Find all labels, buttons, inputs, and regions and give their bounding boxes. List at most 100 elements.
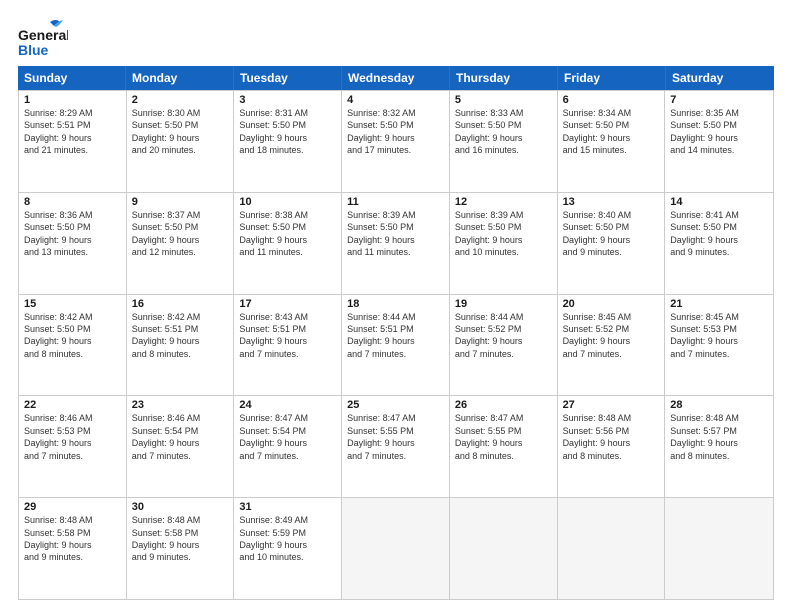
calendar: SundayMondayTuesdayWednesdayThursdayFrid… xyxy=(18,66,774,600)
calendar-day-24: 24Sunrise: 8:47 AM Sunset: 5:54 PM Dayli… xyxy=(234,396,342,497)
calendar-day-31: 31Sunrise: 8:49 AM Sunset: 5:59 PM Dayli… xyxy=(234,498,342,599)
calendar-empty-cell xyxy=(450,498,558,599)
day-number: 3 xyxy=(239,94,336,106)
day-number: 18 xyxy=(347,298,444,310)
day-number: 29 xyxy=(24,501,121,513)
calendar-day-27: 27Sunrise: 8:48 AM Sunset: 5:56 PM Dayli… xyxy=(558,396,666,497)
day-info: Sunrise: 8:37 AM Sunset: 5:50 PM Dayligh… xyxy=(132,209,229,259)
day-info: Sunrise: 8:34 AM Sunset: 5:50 PM Dayligh… xyxy=(563,107,660,157)
day-number: 23 xyxy=(132,399,229,411)
calendar-day-1: 1Sunrise: 8:29 AM Sunset: 5:51 PM Daylig… xyxy=(19,91,127,192)
svg-text:Blue: Blue xyxy=(18,42,49,58)
calendar-day-28: 28Sunrise: 8:48 AM Sunset: 5:57 PM Dayli… xyxy=(665,396,773,497)
day-number: 5 xyxy=(455,94,552,106)
day-info: Sunrise: 8:35 AM Sunset: 5:50 PM Dayligh… xyxy=(670,107,768,157)
calendar-day-16: 16Sunrise: 8:42 AM Sunset: 5:51 PM Dayli… xyxy=(127,295,235,396)
calendar-day-4: 4Sunrise: 8:32 AM Sunset: 5:50 PM Daylig… xyxy=(342,91,450,192)
day-number: 2 xyxy=(132,94,229,106)
day-info: Sunrise: 8:38 AM Sunset: 5:50 PM Dayligh… xyxy=(239,209,336,259)
calendar-day-18: 18Sunrise: 8:44 AM Sunset: 5:51 PM Dayli… xyxy=(342,295,450,396)
day-info: Sunrise: 8:49 AM Sunset: 5:59 PM Dayligh… xyxy=(239,514,336,564)
day-number: 10 xyxy=(239,196,336,208)
day-info: Sunrise: 8:42 AM Sunset: 5:50 PM Dayligh… xyxy=(24,311,121,361)
calendar-week-3: 15Sunrise: 8:42 AM Sunset: 5:50 PM Dayli… xyxy=(19,295,773,397)
day-info: Sunrise: 8:30 AM Sunset: 5:50 PM Dayligh… xyxy=(132,107,229,157)
day-number: 14 xyxy=(670,196,768,208)
calendar-day-21: 21Sunrise: 8:45 AM Sunset: 5:53 PM Dayli… xyxy=(665,295,773,396)
calendar-day-30: 30Sunrise: 8:48 AM Sunset: 5:58 PM Dayli… xyxy=(127,498,235,599)
calendar-day-3: 3Sunrise: 8:31 AM Sunset: 5:50 PM Daylig… xyxy=(234,91,342,192)
day-info: Sunrise: 8:33 AM Sunset: 5:50 PM Dayligh… xyxy=(455,107,552,157)
day-info: Sunrise: 8:48 AM Sunset: 5:57 PM Dayligh… xyxy=(670,412,768,462)
page: GeneralBlue SundayMondayTuesdayWednesday… xyxy=(0,0,792,612)
weekday-header-friday: Friday xyxy=(558,66,666,90)
day-info: Sunrise: 8:42 AM Sunset: 5:51 PM Dayligh… xyxy=(132,311,229,361)
calendar-day-23: 23Sunrise: 8:46 AM Sunset: 5:54 PM Dayli… xyxy=(127,396,235,497)
day-info: Sunrise: 8:46 AM Sunset: 5:53 PM Dayligh… xyxy=(24,412,121,462)
day-number: 7 xyxy=(670,94,768,106)
calendar-day-25: 25Sunrise: 8:47 AM Sunset: 5:55 PM Dayli… xyxy=(342,396,450,497)
day-number: 27 xyxy=(563,399,660,411)
day-number: 30 xyxy=(132,501,229,513)
calendar-body-outer: 1Sunrise: 8:29 AM Sunset: 5:51 PM Daylig… xyxy=(18,90,774,600)
calendar-day-9: 9Sunrise: 8:37 AM Sunset: 5:50 PM Daylig… xyxy=(127,193,235,294)
day-info: Sunrise: 8:41 AM Sunset: 5:50 PM Dayligh… xyxy=(670,209,768,259)
weekday-header-saturday: Saturday xyxy=(666,66,774,90)
calendar-day-20: 20Sunrise: 8:45 AM Sunset: 5:52 PM Dayli… xyxy=(558,295,666,396)
weekday-header-tuesday: Tuesday xyxy=(234,66,342,90)
day-number: 4 xyxy=(347,94,444,106)
calendar-day-11: 11Sunrise: 8:39 AM Sunset: 5:50 PM Dayli… xyxy=(342,193,450,294)
calendar-week-5: 29 Sunrise: 8:48 AM Sunset: 5:58 PM Dayli… xyxy=(19,498,773,599)
day-info: Sunrise: 8:44 AM Sunset: 5:51 PM Dayligh… xyxy=(347,311,444,361)
calendar-day-13: 13Sunrise: 8:40 AM Sunset: 5:50 PM Dayli… xyxy=(558,193,666,294)
day-info: Sunrise: 8:47 AM Sunset: 5:55 PM Dayligh… xyxy=(347,412,444,462)
day-info: Sunrise: 8:40 AM Sunset: 5:50 PM Dayligh… xyxy=(563,209,660,259)
calendar-week-4: 22Sunrise: 8:46 AM Sunset: 5:53 PM Dayli… xyxy=(19,396,773,498)
calendar-day-14: 14Sunrise: 8:41 AM Sunset: 5:50 PM Dayli… xyxy=(665,193,773,294)
day-info: Sunrise: 8:47 AM Sunset: 5:55 PM Dayligh… xyxy=(455,412,552,462)
day-number: 31 xyxy=(239,501,336,513)
calendar-day-26: 26Sunrise: 8:47 AM Sunset: 5:55 PM Dayli… xyxy=(450,396,558,497)
calendar-week-2: 8Sunrise: 8:36 AM Sunset: 5:50 PM Daylig… xyxy=(19,193,773,295)
day-number: 22 xyxy=(24,399,121,411)
day-number: 16 xyxy=(132,298,229,310)
day-info: Sunrise: 8:31 AM Sunset: 5:50 PM Dayligh… xyxy=(239,107,336,157)
day-info: Sunrise: 8:45 AM Sunset: 5:53 PM Dayligh… xyxy=(670,311,768,361)
header: GeneralBlue xyxy=(18,18,774,58)
calendar-day-17: 17Sunrise: 8:43 AM Sunset: 5:51 PM Dayli… xyxy=(234,295,342,396)
calendar-empty-cell xyxy=(558,498,666,599)
day-info: Sunrise: 8:32 AM Sunset: 5:50 PM Dayligh… xyxy=(347,107,444,157)
weekday-header-wednesday: Wednesday xyxy=(342,66,450,90)
day-info: Sunrise: 8:48 AM Sunset: 5:58 PM Dayligh… xyxy=(132,514,229,564)
day-number: 19 xyxy=(455,298,552,310)
day-info: Sunrise: 8:43 AM Sunset: 5:51 PM Dayligh… xyxy=(239,311,336,361)
day-number: 11 xyxy=(347,196,444,208)
calendar-day-5: 5Sunrise: 8:33 AM Sunset: 5:50 PM Daylig… xyxy=(450,91,558,192)
calendar-day-19: 19Sunrise: 8:44 AM Sunset: 5:52 PM Dayli… xyxy=(450,295,558,396)
day-number: 9 xyxy=(132,196,229,208)
calendar-header: SundayMondayTuesdayWednesdayThursdayFrid… xyxy=(18,66,774,90)
weekday-header-sunday: Sunday xyxy=(18,66,126,90)
calendar-day-8: 8Sunrise: 8:36 AM Sunset: 5:50 PM Daylig… xyxy=(19,193,127,294)
day-number: 26 xyxy=(455,399,552,411)
logo-svg: GeneralBlue xyxy=(18,18,68,58)
calendar-empty-cell xyxy=(342,498,450,599)
day-info: Sunrise: 8:47 AM Sunset: 5:54 PM Dayligh… xyxy=(239,412,336,462)
day-number: 17 xyxy=(239,298,336,310)
day-number: 1 xyxy=(24,94,121,106)
weekday-header-thursday: Thursday xyxy=(450,66,558,90)
calendar-day-2: 2Sunrise: 8:30 AM Sunset: 5:50 PM Daylig… xyxy=(127,91,235,192)
calendar-day-7: 7Sunrise: 8:35 AM Sunset: 5:50 PM Daylig… xyxy=(665,91,773,192)
day-number: 20 xyxy=(563,298,660,310)
calendar-day-6: 6Sunrise: 8:34 AM Sunset: 5:50 PM Daylig… xyxy=(558,91,666,192)
day-number: 25 xyxy=(347,399,444,411)
day-info: Sunrise: 8:29 AM Sunset: 5:51 PM Dayligh… xyxy=(24,107,121,157)
day-info: Sunrise: 8:44 AM Sunset: 5:52 PM Dayligh… xyxy=(455,311,552,361)
day-number: 21 xyxy=(670,298,768,310)
svg-text:General: General xyxy=(18,27,68,43)
day-number: 13 xyxy=(563,196,660,208)
day-number: 28 xyxy=(670,399,768,411)
day-number: 15 xyxy=(24,298,121,310)
logo: GeneralBlue xyxy=(18,18,68,58)
day-number: 24 xyxy=(239,399,336,411)
